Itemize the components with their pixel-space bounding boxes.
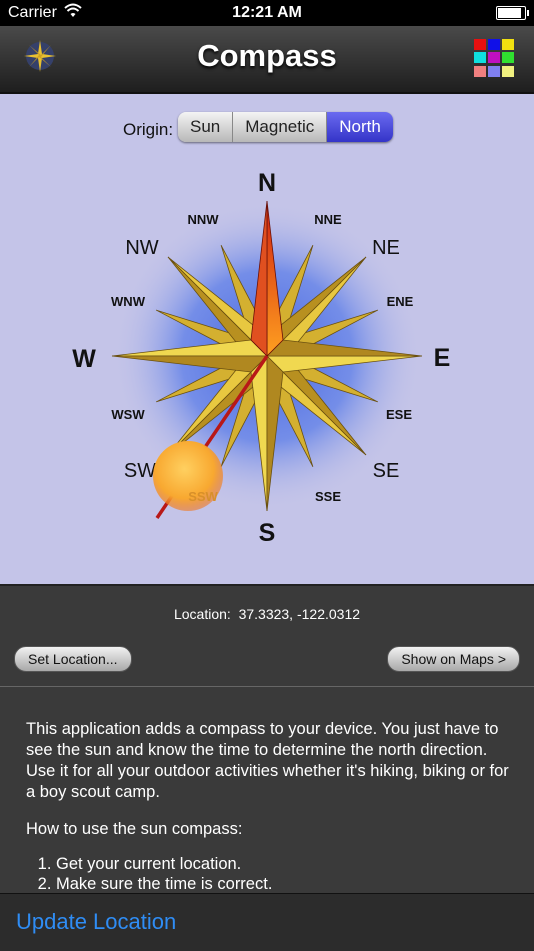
label-wnw: WNW [111,294,146,309]
bottom-toolbar: Update Location [0,893,534,951]
color-grid-cell [502,39,514,50]
description-paragraph: This application adds a compass to your … [26,720,509,801]
location-label: Location: [173,606,231,622]
label-se: SE [373,460,400,482]
location-value: 37.3323, -122.0312 [238,606,361,622]
step-item: Get your current location. [56,854,272,874]
color-grid-cell [474,65,486,77]
label-n: N [258,169,276,197]
color-grid-icon[interactable] [474,39,514,77]
navigation-bar: Compass [0,26,534,94]
label-w: W [72,345,96,373]
step-item: Make sure the time is correct. [56,874,272,893]
label-ne: NE [372,237,400,259]
label-ese: ESE [386,407,412,422]
compass-panel: Origin: Sun Magnetic North N S E W NE NW… [0,94,534,586]
color-grid-cell [474,52,486,64]
location-readout: Location: 37.3323, -122.0312 [0,606,534,622]
color-grid-cell [502,65,514,77]
color-grid-cell [488,52,500,64]
label-wsw: WSW [111,407,145,422]
status-bar: Carrier 12:21 AM [0,0,534,26]
color-grid-cell [488,39,500,50]
color-grid-cell [488,65,500,77]
color-grid-cell [474,39,486,50]
label-sse: SSE [315,489,341,504]
show-on-maps-button[interactable]: Show on Maps > [387,646,520,672]
set-location-button[interactable]: Set Location... [14,646,132,672]
color-grid-cell [502,52,514,64]
label-e: E [434,344,451,372]
compass-rose: N S E W NE NW SE SW NNE NNW ENE WNW ESE … [72,169,451,547]
page-title: Compass [197,38,337,73]
battery-icon [496,6,529,20]
location-panel: Location: 37.3323, -122.0312 Set Locatio… [0,586,534,687]
how-to-heading: How to use the sun compass: [26,820,243,838]
label-ssw: SSW [188,489,218,504]
description-text: This application adds a compass to your … [0,688,534,893]
steps-list: Get your current location. Make sure the… [26,854,272,893]
update-location-button[interactable]: Update Location [16,909,176,935]
label-nnw: NNW [187,212,219,227]
label-ene: ENE [387,294,414,309]
clock: 12:21 AM [232,4,302,21]
label-nne: NNE [314,212,342,227]
label-sw: SW [124,460,156,482]
label-s: S [259,519,276,547]
label-nw: NW [125,237,158,259]
